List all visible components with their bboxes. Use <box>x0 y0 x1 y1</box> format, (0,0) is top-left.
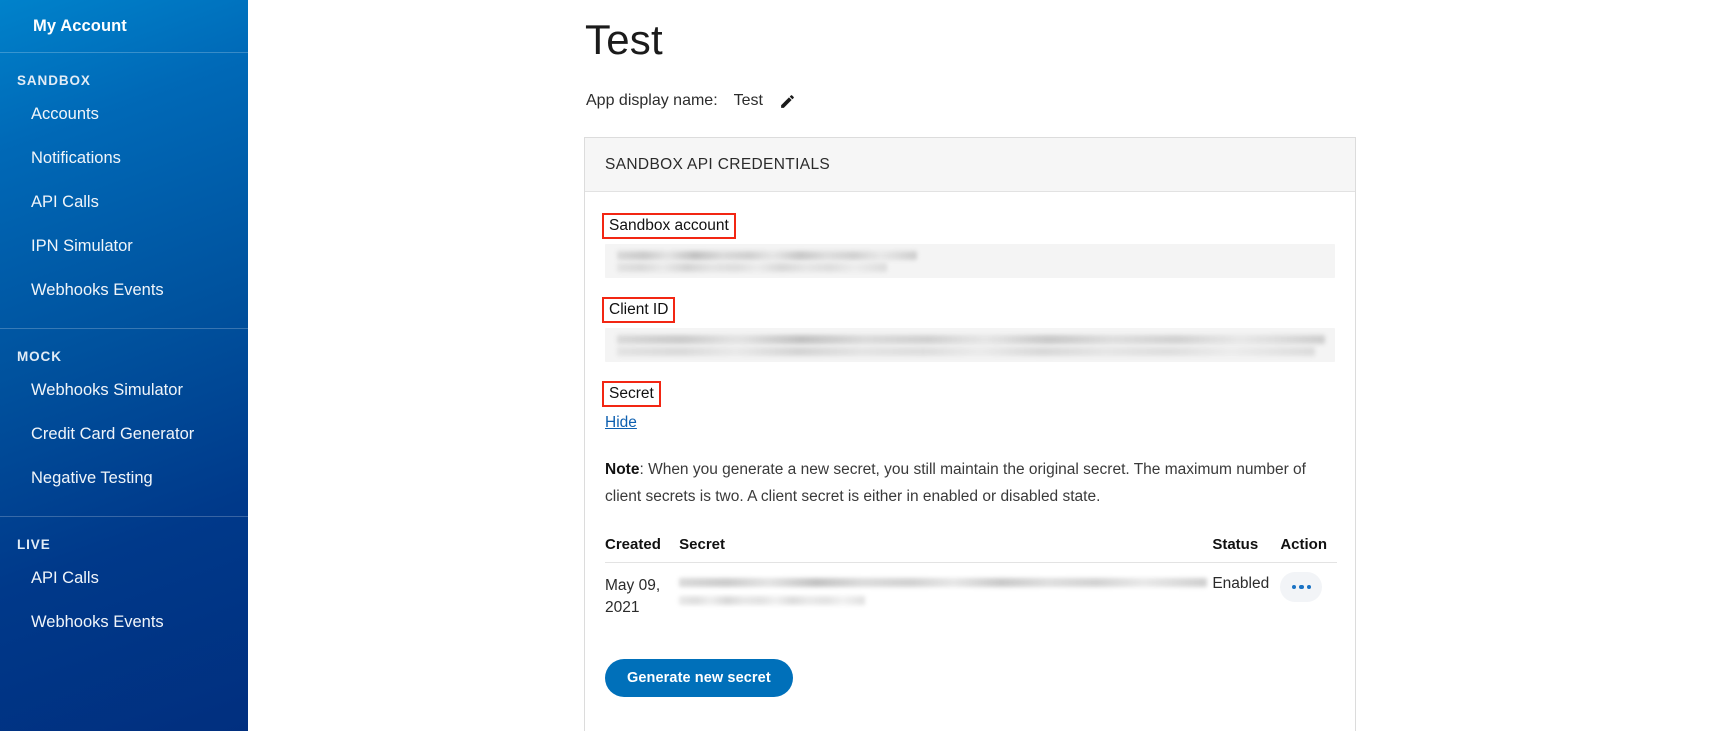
app-display-name-row: App display name: Test <box>586 92 796 110</box>
secret-redacted-value <box>679 575 1208 605</box>
ellipsis-icon[interactable] <box>1280 572 1323 602</box>
sidebar-item-label: Negative Testing <box>31 468 153 487</box>
column-header-created: Created <box>605 536 680 563</box>
pencil-icon[interactable] <box>779 93 796 110</box>
sidebar-item-webhooks-events-sandbox[interactable]: Webhooks Events <box>0 268 248 312</box>
secrets-table-header-row: Created Secret Status Action <box>605 536 1337 563</box>
sidebar-item-label: Notifications <box>31 148 121 167</box>
field-sandbox-account: Sandbox account <box>602 213 1335 278</box>
client-id-value[interactable] <box>605 328 1335 362</box>
app-display-name-value: Test <box>733 92 763 109</box>
field-secret: Secret Hide <box>602 381 1335 432</box>
secrets-table: Created Secret Status Action May 09, 202… <box>605 536 1337 631</box>
sidebar-item-webhooks-simulator[interactable]: Webhooks Simulator <box>0 368 248 412</box>
field-client-id: Client ID <box>602 297 1335 362</box>
card-header-title: SANDBOX API CREDENTIALS <box>605 155 831 173</box>
sandbox-account-label: Sandbox account <box>609 217 729 234</box>
sidebar-my-account-label: My Account <box>33 16 127 35</box>
sandbox-api-credentials-card: SANDBOX API CREDENTIALS Sandbox account <box>584 137 1356 731</box>
cell-secret <box>679 563 1212 632</box>
sandbox-account-value[interactable] <box>605 244 1335 278</box>
sidebar-item-label: Credit Card Generator <box>31 424 195 443</box>
secret-note: Note: When you generate a new secret, yo… <box>605 456 1335 510</box>
column-header-action: Action <box>1280 536 1337 563</box>
sidebar-item-my-account[interactable]: My Account <box>0 0 248 52</box>
sidebar-item-notifications[interactable]: Notifications <box>0 136 248 180</box>
secrets-table-body: May 09, 2021 Enabled <box>605 563 1337 632</box>
sandbox-account-label-wrap: Sandbox account <box>602 213 736 239</box>
note-prefix: Note <box>605 461 640 478</box>
note-text: : When you generate a new secret, you st… <box>605 461 1306 505</box>
cell-created: May 09, 2021 <box>605 577 661 616</box>
hide-secret-link[interactable]: Hide <box>605 414 637 432</box>
sidebar-item-label: Webhooks Simulator <box>31 380 183 399</box>
sidebar-group-live: LIVE API Calls Webhooks Events <box>0 517 248 660</box>
sidebar-item-webhooks-events-live[interactable]: Webhooks Events <box>0 600 248 644</box>
sidebar-group-title-live: LIVE <box>17 537 51 552</box>
sidebar-item-credit-card-generator[interactable]: Credit Card Generator <box>0 412 248 456</box>
client-id-label-wrap: Client ID <box>602 297 676 323</box>
sidebar-item-api-calls-sandbox[interactable]: API Calls <box>0 180 248 224</box>
table-row: May 09, 2021 Enabled <box>605 563 1337 632</box>
sidebar-group-title-sandbox: SANDBOX <box>17 73 91 88</box>
sidebar-item-accounts[interactable]: Accounts <box>0 92 248 136</box>
sidebar-group-title-mock: MOCK <box>17 349 62 364</box>
sidebar-item-label: Accounts <box>31 104 99 123</box>
card-body: Sandbox account Client ID Secret Hide No… <box>585 192 1355 697</box>
sidebar-item-label: Webhooks Events <box>31 280 164 299</box>
sidebar-item-label: Webhooks Events <box>31 612 164 631</box>
app-root: My Account SANDBOX Accounts Notification… <box>0 0 1732 731</box>
sidebar-item-ipn-simulator[interactable]: IPN Simulator <box>0 224 248 268</box>
page-title: Test <box>585 16 663 63</box>
sidebar-group-sandbox: SANDBOX Accounts Notifications API Calls… <box>0 53 248 328</box>
column-header-status: Status <box>1212 536 1281 563</box>
sidebar-item-label: API Calls <box>31 192 99 211</box>
client-id-label: Client ID <box>609 301 669 318</box>
secrets-table-head: Created Secret Status Action <box>605 536 1337 563</box>
card-header: SANDBOX API CREDENTIALS <box>585 138 1355 192</box>
sidebar-item-label: API Calls <box>31 568 99 587</box>
app-display-name-label: App display name: <box>586 92 718 109</box>
secret-label-wrap: Secret <box>602 381 661 407</box>
sidebar-group-mock: MOCK Webhooks Simulator Credit Card Gene… <box>0 329 248 516</box>
sidebar: My Account SANDBOX Accounts Notification… <box>0 0 248 731</box>
sidebar-item-label: IPN Simulator <box>31 236 133 255</box>
column-header-secret: Secret <box>679 536 1213 563</box>
cell-action <box>1280 563 1337 632</box>
sidebar-item-negative-testing[interactable]: Negative Testing <box>0 456 248 500</box>
cell-status: Enabled <box>1212 575 1270 592</box>
secret-label: Secret <box>609 385 654 402</box>
main-content: Test App display name: Test SANDBOX API … <box>248 0 1732 731</box>
generate-new-secret-button[interactable]: Generate new secret <box>605 659 793 697</box>
sidebar-item-api-calls-live[interactable]: API Calls <box>0 556 248 600</box>
